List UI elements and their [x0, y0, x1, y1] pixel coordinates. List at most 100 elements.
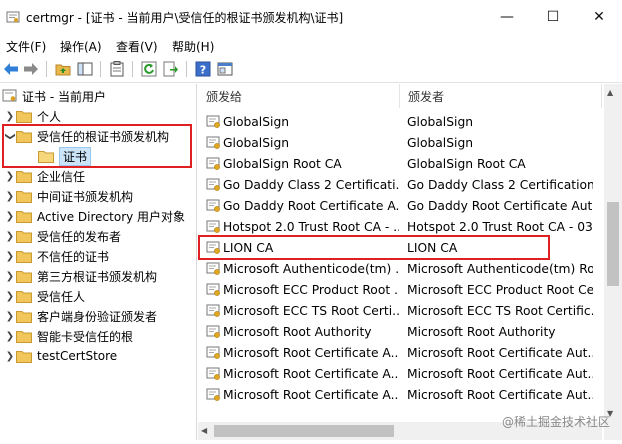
certificate-icon [206, 262, 220, 275]
tree-item-enterprise-trust[interactable]: ❯ 企业信任 [4, 166, 85, 186]
tree-item-test-cert-store[interactable]: ❯ testCertStore [4, 346, 117, 366]
tree-item-label: 受信任的根证书颁发机构 [37, 129, 170, 144]
vertical-scrollbar[interactable]: ▲ ▼ [604, 84, 622, 440]
certificate-icon [206, 325, 220, 338]
close-button[interactable]: ✕ [576, 0, 622, 34]
cell-issued-to: Microsoft Root Certificate A... [223, 387, 399, 402]
tree-item-smart-card-root[interactable]: ❯ 智能卡受信任的根 [4, 326, 133, 346]
console-icon[interactable] [216, 60, 234, 78]
toolbar-separator [132, 61, 133, 77]
table-row[interactable]: GlobalSign Root CA GlobalSign Root CA [198, 153, 602, 174]
chevron-right-icon[interactable]: ❯ [4, 191, 16, 202]
cell-issued-by: GlobalSign [407, 114, 474, 129]
back-arrow-icon[interactable] [2, 60, 20, 78]
menu-bar: 文件(F) 操作(A) 查看(V) 帮助(H) [0, 34, 622, 56]
cell-issued-to: GlobalSign [223, 135, 290, 150]
export-list-icon[interactable] [162, 60, 180, 78]
chevron-right-icon[interactable]: ❯ [4, 311, 16, 322]
cell-issued-by: Microsoft Root Certificate Aut... [407, 387, 593, 402]
menu-help[interactable]: 帮助(H) [172, 38, 214, 55]
table-row[interactable]: Microsoft Root Authority Microsoft Root A… [198, 321, 602, 342]
chevron-right-icon[interactable]: ❯ [4, 231, 16, 242]
table-row[interactable]: GlobalSign GlobalSign [198, 111, 602, 132]
table-row[interactable]: Microsoft ECC Product Root ... Microsoft … [198, 279, 602, 300]
title-bar: certmgr - [证书 - 当前用户\受信任的根证书颁发机构\证书] — ☐… [0, 0, 622, 34]
tree-pane: 证书 - 当前用户 ❯ 个人 ❯ 受信任的根证书颁发机构 证书 ❯ 企业信任 ❯… [0, 84, 197, 440]
cell-issued-to: Go Daddy Root Certificate A... [223, 198, 399, 213]
minimize-button[interactable]: — [484, 0, 530, 34]
folder-icon [16, 290, 32, 303]
table-row[interactable]: Microsoft ECC TS Root Certi... Microsoft … [198, 300, 602, 321]
tree-item-trusted-root[interactable]: ❯ 受信任的根证书颁发机构 [4, 126, 170, 146]
table-row[interactable]: Microsoft Authenticode(tm) ... Microsoft … [198, 258, 602, 279]
tree-item-third-party-root[interactable]: ❯ 第三方根证书颁发机构 [4, 266, 157, 286]
table-row[interactable]: GlobalSign GlobalSign [198, 132, 602, 153]
tree-item-label: 智能卡受信任的根 [37, 329, 134, 344]
cell-issued-by: Go Daddy Class 2 Certification... [407, 177, 593, 192]
folder-icon [16, 170, 32, 183]
cell-issued-by: Hotspot 2.0 Trust Root CA - 03 [407, 219, 593, 234]
tree-root[interactable]: 证书 - 当前用户 [2, 86, 106, 106]
column-header-issued-to[interactable]: 颁发给 [198, 84, 400, 108]
tree-item-label: 中间证书颁发机构 [37, 189, 134, 204]
window-title: certmgr - [证书 - 当前用户\受信任的根证书颁发机构\证书] [26, 11, 344, 25]
tree-item-trusted-people[interactable]: ❯ 受信任人 [4, 286, 85, 306]
folder-icon [16, 350, 32, 363]
cell-issued-to: Microsoft Root Certificate A... [223, 366, 399, 381]
scroll-left-icon[interactable]: ◀ [201, 426, 207, 435]
scrollbar-thumb[interactable] [607, 202, 619, 286]
chevron-right-icon[interactable]: ❯ [4, 351, 16, 362]
cell-issued-to: Go Daddy Class 2 Certificati... [223, 177, 399, 192]
folder-icon [16, 130, 32, 143]
maximize-button[interactable]: ☐ [530, 0, 576, 34]
folder-icon [16, 270, 32, 283]
tree-item-trusted-publishers[interactable]: ❯ 受信任的发布者 [4, 226, 121, 246]
toolbar: ? [0, 56, 622, 83]
chevron-right-icon[interactable]: ❯ [4, 331, 16, 342]
folder-icon [16, 210, 32, 223]
table-row[interactable]: Microsoft Root Certificate A... Microsoft… [198, 342, 602, 363]
properties-icon[interactable] [108, 60, 126, 78]
folder-icon [16, 330, 32, 343]
folder-icon [16, 250, 32, 263]
table-row[interactable]: Go Daddy Class 2 Certificati... Go Daddy … [198, 174, 602, 195]
tree-item-personal[interactable]: ❯ 个人 [4, 106, 61, 126]
refresh-icon[interactable] [140, 60, 158, 78]
help-icon[interactable]: ? [194, 60, 212, 78]
certificate-icon [206, 115, 220, 128]
cell-issued-to: Microsoft Root Authority [223, 324, 372, 339]
chevron-down-icon[interactable]: ❯ [5, 130, 16, 142]
menu-action[interactable]: 操作(A) [60, 38, 102, 55]
table-row[interactable]: Hotspot 2.0 Trust Root CA - ... Hotspot 2… [198, 216, 602, 237]
chevron-right-icon[interactable]: ❯ [4, 211, 16, 222]
table-row[interactable]: Microsoft Root Certificate A... Microsoft… [198, 384, 602, 405]
tree-item-untrusted[interactable]: ❯ 不信任的证书 [4, 246, 109, 266]
table-row-lion-ca[interactable]: LION CA LION CA [198, 237, 602, 258]
menu-view[interactable]: 查看(V) [116, 38, 158, 55]
show-hide-tree-icon[interactable] [76, 60, 94, 78]
chevron-right-icon[interactable]: ❯ [4, 251, 16, 262]
chevron-right-icon[interactable]: ❯ [4, 111, 16, 122]
scroll-up-icon[interactable]: ▲ [607, 88, 613, 97]
table-row[interactable]: Go Daddy Root Certificate A... Go Daddy R… [198, 195, 602, 216]
chevron-right-icon[interactable]: ❯ [4, 171, 16, 182]
tree-item-ad-user-object[interactable]: ❯ Active Directory 用户对象 [4, 206, 185, 226]
certificate-icon [206, 199, 220, 212]
certificate-icon [206, 136, 220, 149]
up-folder-icon[interactable] [54, 60, 72, 78]
chevron-right-icon[interactable]: ❯ [4, 271, 16, 282]
tree-item-certificates[interactable]: 证书 [38, 146, 92, 166]
cell-issued-by: Microsoft Authenticode(tm) Ro... [407, 261, 593, 276]
cell-issued-by: Microsoft ECC TS Root Certific... [407, 303, 593, 318]
tree-item-intermediate[interactable]: ❯ 中间证书颁发机构 [4, 186, 133, 206]
hscroll-thumb[interactable] [214, 425, 394, 437]
cell-issued-by: Microsoft ECC Product Root Ce... [407, 282, 593, 297]
menu-file[interactable]: 文件(F) [6, 38, 46, 55]
forward-arrow-icon[interactable] [22, 60, 40, 78]
cell-issued-by: LION CA [407, 240, 458, 255]
certificates-root-icon [2, 89, 17, 102]
column-header-issued-by[interactable]: 颁发者 [400, 84, 602, 108]
tree-item-client-auth-issuers[interactable]: ❯ 客户端身份验证颁发者 [4, 306, 157, 326]
chevron-right-icon[interactable]: ❯ [4, 291, 16, 302]
table-row[interactable]: Microsoft Root Certificate A... Microsoft… [198, 363, 602, 384]
